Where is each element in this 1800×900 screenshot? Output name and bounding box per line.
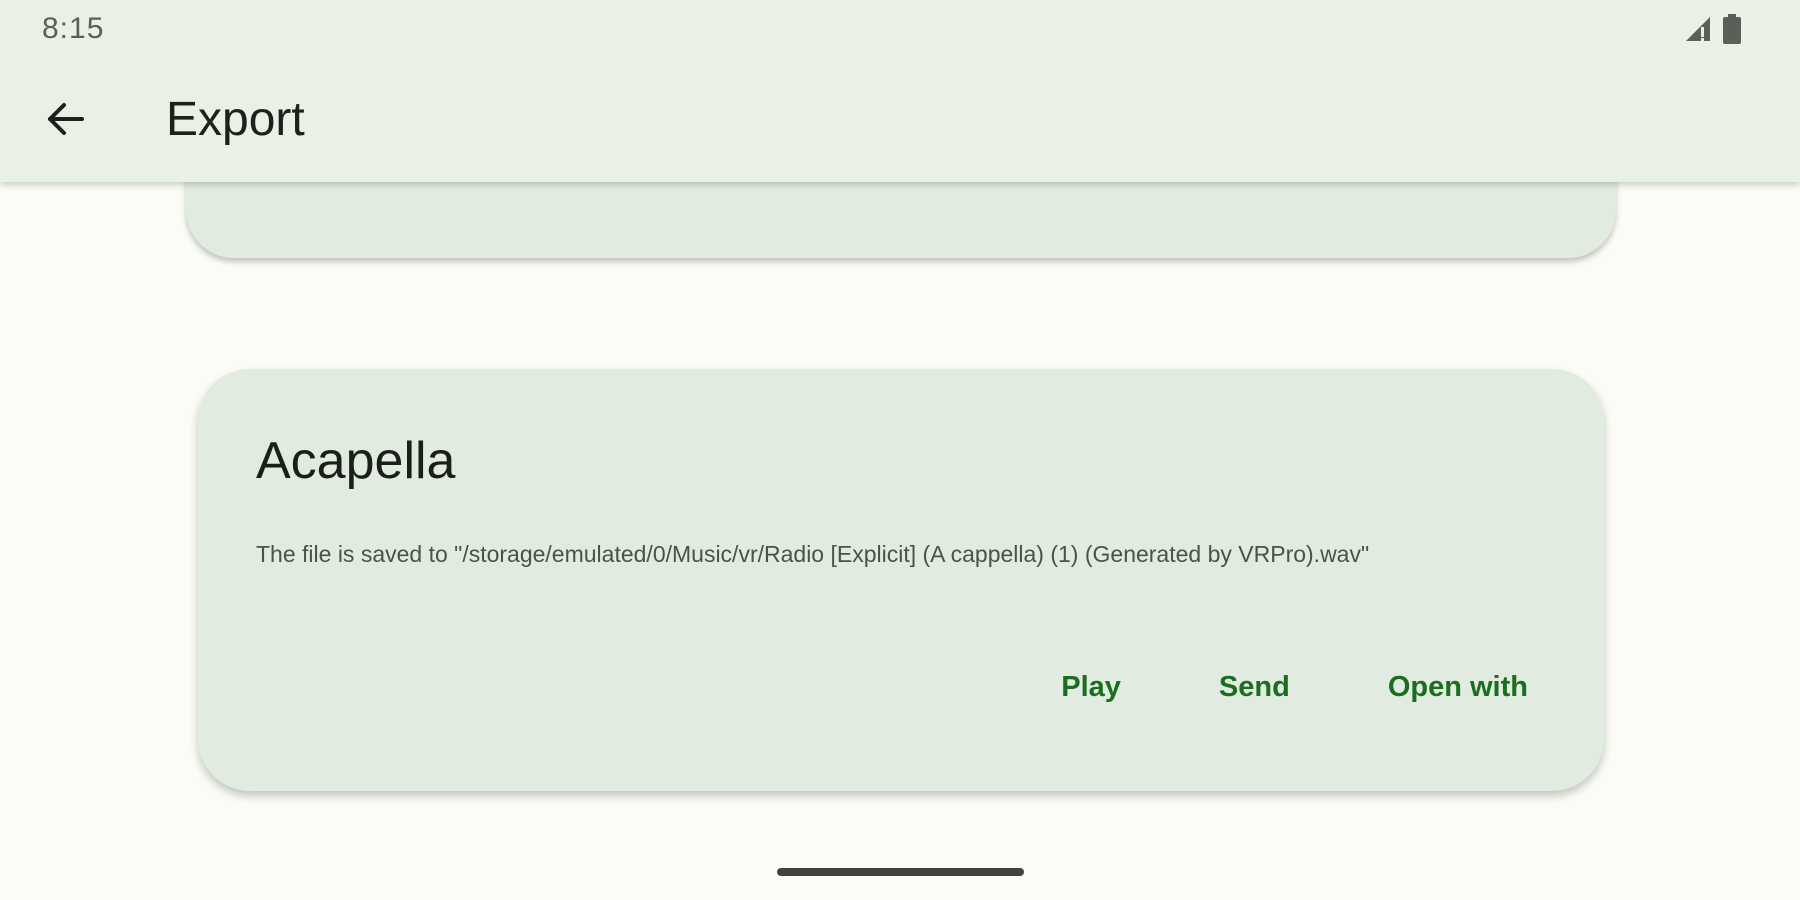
battery-icon — [1722, 14, 1742, 49]
card-title: Acapella — [256, 432, 456, 490]
arrow-back-icon — [44, 98, 86, 145]
status-time: 8:15 — [42, 12, 105, 45]
signal-icon — [1684, 15, 1712, 48]
card-actions: Play Send Open with — [1037, 657, 1552, 718]
page-title: Export — [166, 93, 305, 146]
app-bar: Export — [0, 62, 1800, 182]
send-button[interactable]: Send — [1195, 657, 1314, 718]
status-icons — [1684, 14, 1742, 49]
open-with-button[interactable]: Open with — [1364, 657, 1552, 718]
gesture-nav-handle[interactable] — [777, 868, 1024, 876]
export-screen: 8:15 Export Acapella The file is saved t… — [0, 0, 1800, 900]
export-result-card: Acapella The file is saved to "/storage/… — [198, 369, 1604, 791]
status-bar: 8:15 — [0, 0, 1800, 62]
back-button[interactable] — [32, 88, 98, 154]
file-path-description: The file is saved to "/storage/emulated/… — [256, 541, 1370, 567]
play-button[interactable]: Play — [1037, 657, 1145, 718]
